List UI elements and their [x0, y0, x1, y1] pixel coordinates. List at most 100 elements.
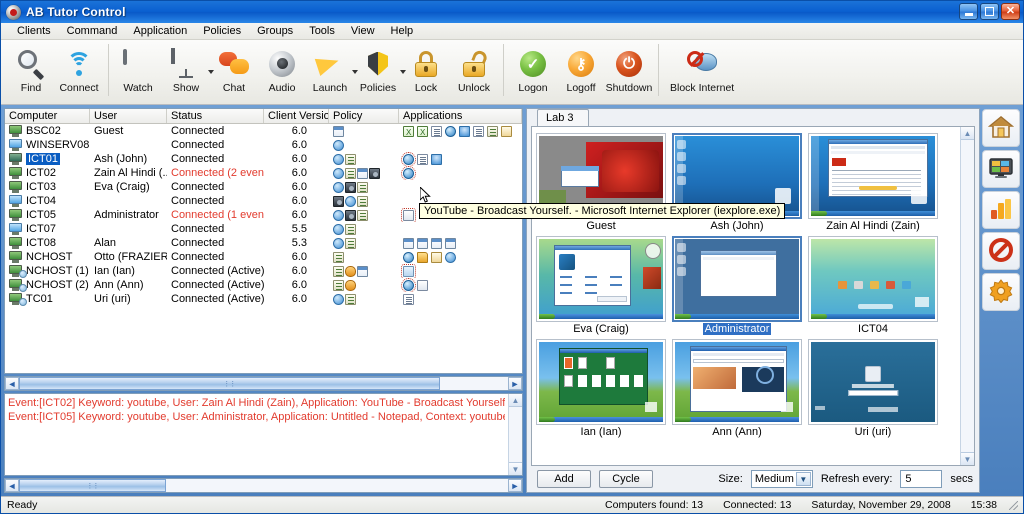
cell-computer[interactable]: ICT07	[5, 222, 90, 236]
thumbnail-screen[interactable]	[536, 236, 666, 322]
menu-item-application[interactable]: Application	[125, 24, 195, 38]
thumbnail-item[interactable]: Uri (uri)	[808, 339, 938, 438]
app-icon-win[interactable]	[417, 237, 428, 249]
app-icon-paint[interactable]	[417, 279, 428, 291]
menu-item-command[interactable]: Command	[59, 24, 126, 38]
app-icon-ie-sel[interactable]	[401, 166, 416, 180]
size-select[interactable]: Medium ▼	[750, 470, 813, 488]
table-row[interactable]: ICT02 Zain Al Hindi (... Connected (2 ev…	[5, 166, 522, 180]
refresh-input[interactable]: 5	[900, 470, 943, 488]
resize-grip-icon[interactable]	[1007, 499, 1019, 511]
scroll-right-icon[interactable]: ►	[508, 377, 522, 390]
app-icon-doc[interactable]	[417, 153, 428, 165]
app-icon-ie-sel[interactable]	[401, 278, 416, 292]
thumbnail-item[interactable]: Ann (Ann)	[672, 339, 802, 438]
cell-computer[interactable]: NCHOST (1)	[5, 264, 90, 278]
thumbnail-item[interactable]: Administrator	[672, 236, 802, 335]
table-row[interactable]: NCHOST (1) Ian (Ian) Connected (Active) …	[5, 264, 522, 278]
tab-lab3[interactable]: Lab 3	[537, 109, 589, 126]
scroll-left-icon-2[interactable]: ◄	[5, 479, 19, 492]
app-icon-doc[interactable]	[473, 125, 484, 137]
table-row[interactable]: ICT01 Ash (John) Connected 6.0	[5, 152, 522, 166]
column-header-computer[interactable]: Computer	[5, 109, 90, 123]
toolbar-button-watch[interactable]: Watch	[114, 44, 162, 94]
app-icon-paint-sel[interactable]	[401, 208, 416, 222]
policy-icon-key[interactable]	[345, 265, 356, 277]
rail-button-settings[interactable]	[982, 273, 1020, 311]
scroll-right-icon-2[interactable]: ►	[508, 479, 522, 492]
toolbar-button-show[interactable]: Show	[162, 44, 214, 94]
policy-icon-globe[interactable]	[333, 237, 344, 249]
thumb-scroll-down-icon[interactable]: ▼	[961, 452, 974, 465]
cell-computer[interactable]: BSC02	[5, 124, 90, 138]
toolbar-button-shutdown[interactable]: ⏻ Shutdown	[605, 44, 653, 94]
policy-icon-note[interactable]	[345, 293, 356, 305]
table-row[interactable]: NCHOST (2) Ann (Ann) Connected (Active) …	[5, 278, 522, 292]
policy-icon-win-blocked[interactable]	[333, 125, 344, 137]
thumbnail-screen[interactable]	[808, 236, 938, 322]
toolbar-button-lock[interactable]: Lock	[402, 44, 450, 94]
toolbar-button-logoff[interactable]: ⚷ Logoff	[557, 44, 605, 94]
table-row[interactable]: ICT08 Alan Connected 5.3	[5, 236, 522, 250]
toolbar-button-block-internet[interactable]: Block Internet	[664, 44, 740, 94]
thumbnail-item[interactable]: Ian (Ian)	[536, 339, 666, 438]
cell-computer[interactable]: ICT05	[5, 208, 90, 222]
menu-item-help[interactable]: Help	[383, 24, 422, 38]
cell-computer[interactable]: NCHOST (2)	[5, 278, 90, 292]
client-list[interactable]: Computer User Status Client Version Poli…	[4, 108, 523, 374]
rail-button-home[interactable]	[982, 109, 1020, 147]
toolbar-button-policies[interactable]: Policies	[354, 44, 406, 94]
policy-icon-note[interactable]	[333, 279, 344, 291]
thumbnail-screen[interactable]	[672, 236, 802, 322]
thumbnail-screen[interactable]	[808, 339, 938, 425]
column-header-policy[interactable]: Policy	[329, 109, 399, 123]
column-header-status[interactable]: Status	[167, 109, 264, 123]
add-button[interactable]: Add	[537, 470, 591, 488]
app-icon-doc[interactable]	[431, 125, 442, 137]
app-icon-note[interactable]	[487, 125, 498, 137]
minimize-button[interactable]	[959, 3, 978, 20]
policy-icon-note[interactable]	[345, 237, 356, 249]
app-icon-user[interactable]	[431, 153, 442, 165]
cell-computer[interactable]: ICT01	[5, 152, 90, 166]
list-horizontal-scrollbar[interactable]: ◄ ►	[4, 376, 523, 391]
rail-button-screens[interactable]	[982, 150, 1020, 188]
cell-computer[interactable]: ICT04	[5, 194, 90, 208]
app-icon-print[interactable]	[403, 293, 414, 305]
menu-item-groups[interactable]: Groups	[249, 24, 301, 38]
toolbar-button-connect[interactable]: Connect	[55, 44, 103, 94]
policy-icon-globe[interactable]	[333, 181, 344, 193]
event-log[interactable]: Event:[ICT02] Keyword: youtube, User: Za…	[4, 393, 523, 476]
policy-icon-win[interactable]	[357, 265, 368, 277]
table-row[interactable]: WINSERV08 Connected 6.0	[5, 138, 522, 152]
thumbnail-screen[interactable]	[808, 133, 938, 219]
menu-item-view[interactable]: View	[343, 24, 383, 38]
table-row[interactable]: BSC02 Guest Connected 6.0	[5, 124, 522, 138]
app-icon-globe[interactable]	[445, 251, 456, 263]
policy-icon-cam[interactable]	[345, 181, 356, 193]
thumbnail-vertical-scrollbar[interactable]: ▲ ▼	[960, 127, 974, 465]
table-row[interactable]: TC01 Uri (uri) Connected (Active) 6.0	[5, 292, 522, 306]
app-icon-excel[interactable]	[417, 125, 428, 137]
app-icon-win[interactable]	[445, 237, 456, 249]
app-icon-ie[interactable]	[403, 251, 414, 263]
thumbnail-item[interactable]: ICT04	[808, 236, 938, 335]
scroll-track-2[interactable]	[19, 479, 508, 492]
scroll-down-icon[interactable]: ▼	[509, 462, 522, 475]
cell-computer[interactable]: ICT03	[5, 180, 90, 194]
close-button[interactable]: ✕	[1001, 3, 1020, 20]
policy-icon-note[interactable]	[333, 251, 344, 263]
toolbar-button-audio[interactable]: Audio	[258, 44, 306, 94]
policy-icon-cam[interactable]	[369, 167, 380, 179]
policy-icon-globe[interactable]	[333, 223, 344, 235]
policy-icon-note[interactable]	[345, 167, 356, 179]
policy-icon-key[interactable]	[345, 279, 356, 291]
policy-icon-note[interactable]	[345, 223, 356, 235]
app-icon-ie[interactable]	[445, 125, 456, 137]
scroll-left-icon[interactable]: ◄	[5, 377, 19, 390]
event-log-vertical-scrollbar[interactable]: ▲ ▼	[508, 394, 522, 475]
toolbar-button-unlock[interactable]: Unlock	[450, 44, 498, 94]
policy-icon-note[interactable]	[357, 181, 368, 193]
thumbnail-screen[interactable]	[672, 339, 802, 425]
policy-icon-cam[interactable]	[333, 195, 344, 207]
